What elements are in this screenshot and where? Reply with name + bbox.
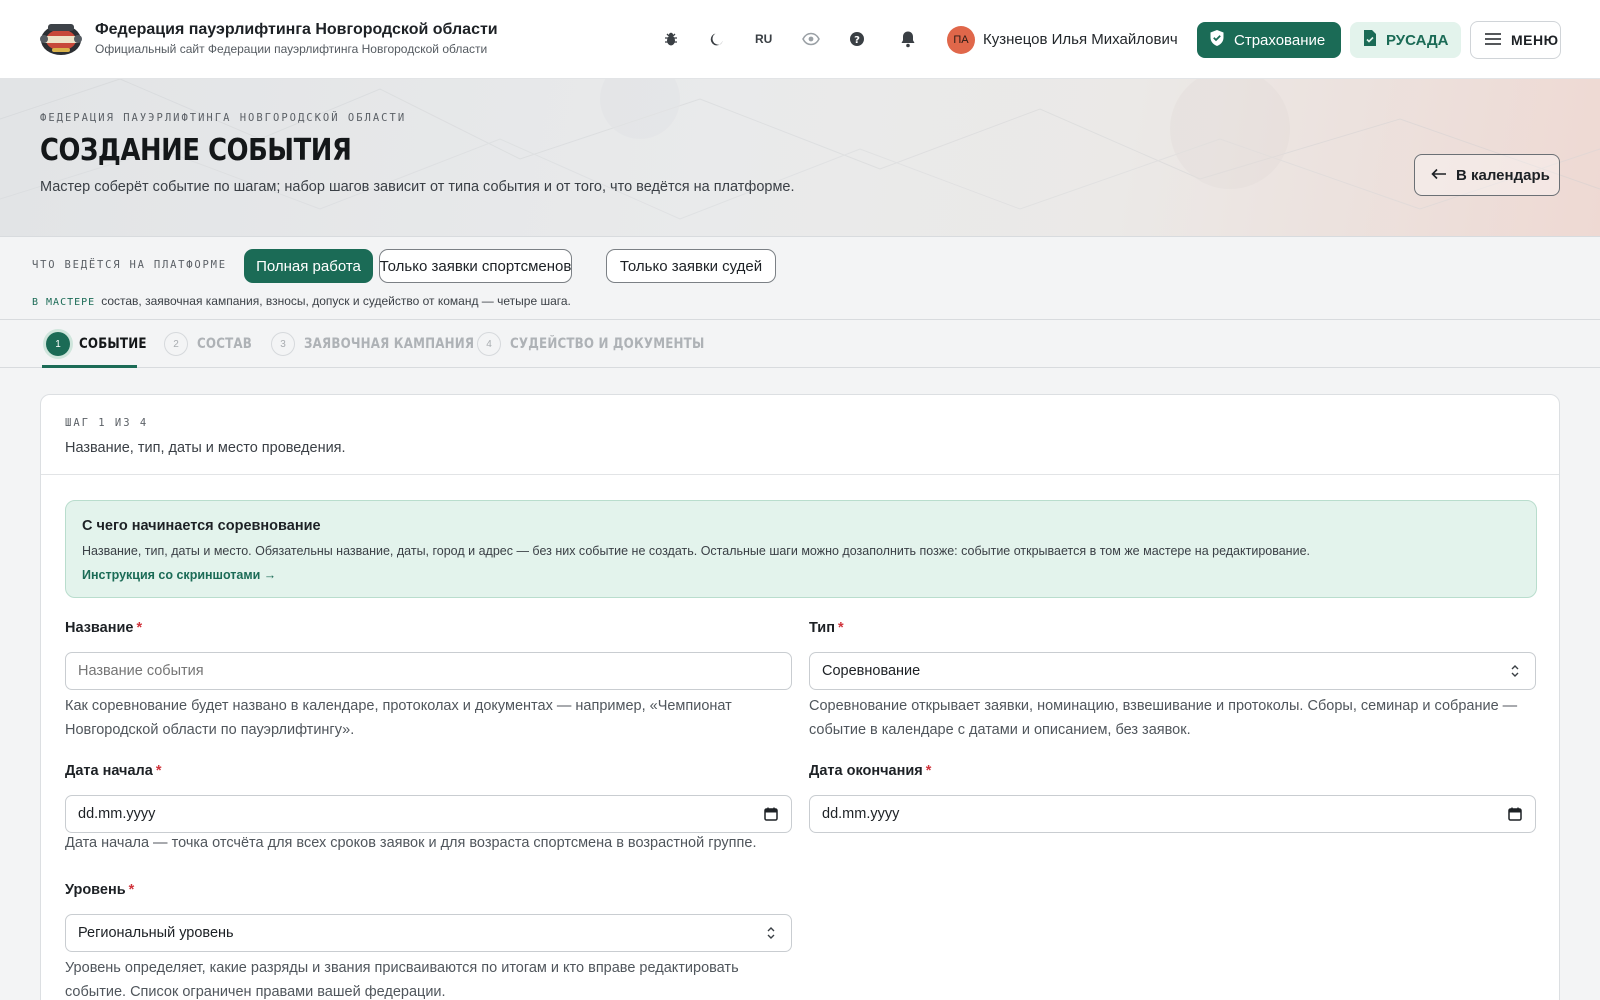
user-name[interactable]: Кузнецов Илья Михайлович (983, 31, 1178, 48)
end-date-input[interactable]: dd.mm.yyyy (809, 795, 1536, 833)
info-text: Название, тип, даты и место. Обязательны… (82, 544, 1310, 558)
brand-subtitle: Официальный сайт Федерации пауэрлифтинга… (95, 42, 488, 56)
help-icon[interactable]: ? (846, 28, 868, 50)
type-hint: Соревнование открывает заявки, номинацию… (809, 698, 1518, 738)
step-composition[interactable]: 2 СОСТАВ (164, 332, 262, 356)
bell-icon[interactable] (897, 28, 919, 50)
step-judging-documents[interactable]: 4 СУДЕЙСТВО И ДОКУМЕНТЫ (477, 332, 739, 356)
level-value: Региональный уровень (78, 925, 234, 941)
active-step-underline (42, 365, 137, 368)
required-mark: * (925, 763, 932, 779)
mode-note-key: В МАСТЕРЕ (32, 297, 96, 308)
menu-label: МЕНЮ (1511, 32, 1559, 48)
page-hero: ФЕДЕРАЦИЯ ПАУЭРЛИФТИНГА НОВГОРОДСКОЙ ОБЛ… (0, 79, 1600, 237)
step-number: 1 (46, 332, 70, 356)
federation-logo[interactable] (38, 18, 84, 60)
mode-option-full[interactable]: Полная работа (244, 249, 373, 283)
end-date-value: dd.mm.yyyy (822, 806, 900, 822)
rusada-button[interactable]: РУСАДА (1350, 22, 1461, 58)
select-chevron-icon (1507, 663, 1523, 679)
card-header: ШАГ 1 ИЗ 4 Название, тип, даты и место п… (41, 395, 1559, 475)
step-counter: ШАГ 1 ИЗ 4 (65, 417, 149, 429)
step-label: ЗАЯВОЧНАЯ КАМПАНИЯ (304, 336, 475, 352)
step-number: 2 (164, 332, 188, 356)
brand-title[interactable]: Федерация пауэрлифтинга Новгородской обл… (95, 21, 498, 39)
required-mark: * (136, 620, 143, 636)
name-hint: Как соревнование будет названо в календа… (65, 698, 732, 738)
insurance-label: Страхование (1234, 31, 1326, 49)
mode-note: В МАСТЕРЕ состав, заявочная кампания, взн… (32, 294, 571, 308)
shield-check-icon (1209, 29, 1225, 51)
level-select[interactable]: Региональный уровень (65, 914, 792, 952)
page-title: СОЗДАНИЕ СОБЫТИЯ (40, 133, 352, 168)
name-label: Название * (65, 620, 143, 636)
instructions-link[interactable]: Инструкция со скриншотами → (82, 568, 276, 582)
calendar-icon[interactable] (763, 806, 779, 822)
required-mark: * (837, 620, 844, 636)
step-event[interactable]: 1 СОБЫТИЕ (46, 332, 159, 356)
type-label: Тип * (809, 620, 844, 636)
end-date-label: Дата окончания * (809, 763, 932, 779)
step-number: 4 (477, 332, 501, 356)
mode-option-judges-only[interactable]: Только заявки судей (606, 249, 776, 283)
info-title: С чего начинается соревнование (82, 518, 321, 534)
step-label: СОСТАВ (197, 336, 253, 352)
wizard-steps: 1 СОБЫТИЕ 2 СОСТАВ 3 ЗАЯВОЧНАЯ КАМПАНИЯ … (0, 320, 1600, 368)
rusada-label: РУСАДА (1386, 31, 1449, 49)
start-date-value: dd.mm.yyyy (78, 806, 156, 822)
event-type-select[interactable]: Соревнование (809, 652, 1536, 690)
hamburger-icon (1485, 32, 1501, 48)
platform-mode-label: ЧТО ВЕДЁТСЯ НА ПЛАТФОРМЕ (32, 259, 227, 271)
level-label: Уровень * (65, 882, 135, 898)
platform-mode-bar: ЧТО ВЕДЁТСЯ НА ПЛАТФОРМЕ Полная работа Т… (0, 237, 1600, 320)
level-hint: Уровень определяет, какие разряды и зван… (65, 960, 739, 1000)
start-date-label: Дата начала * (65, 763, 162, 779)
document-icon (1363, 29, 1377, 51)
start-date-input[interactable]: dd.mm.yyyy (65, 795, 792, 833)
step-entry-campaign[interactable]: 3 ЗАЯВОЧНАЯ КАМПАНИЯ (271, 332, 504, 356)
required-mark: * (155, 763, 162, 779)
language-switch[interactable]: RU (755, 32, 772, 46)
moon-icon[interactable] (706, 28, 728, 50)
page-description: Мастер соберёт событие по шагам; набор ш… (40, 179, 795, 195)
bug-icon[interactable] (660, 28, 682, 50)
hero-eyebrow: ФЕДЕРАЦИЯ ПАУЭРЛИФТИНГА НОВГОРОДСКОЙ ОБЛ… (40, 112, 407, 124)
eye-icon[interactable] (800, 28, 822, 50)
calendar-icon[interactable] (1507, 806, 1523, 822)
select-chevron-icon (763, 925, 779, 941)
top-header: Федерация пауэрлифтинга Новгородской обл… (0, 0, 1600, 79)
step-label: СУДЕЙСТВО И ДОКУМЕНТЫ (510, 336, 705, 352)
step-label: СОБЫТИЕ (79, 336, 147, 352)
mode-option-athletes-only[interactable]: Только заявки спортсменов (379, 249, 572, 283)
mode-note-text: состав, заявочная кампания, взносы, допу… (101, 294, 571, 308)
svg-text:?: ? (854, 35, 860, 46)
insurance-button[interactable]: Страхование (1197, 22, 1341, 58)
arrow-left-icon (1431, 167, 1447, 184)
info-callout: С чего начинается соревнование Название,… (65, 500, 1537, 598)
card-subtitle: Название, тип, даты и место проведения. (65, 440, 346, 456)
menu-button[interactable]: МЕНЮ (1470, 21, 1561, 59)
user-avatar[interactable]: ПА (947, 26, 975, 54)
start-date-hint: Дата начала — точка отсчёта для всех сро… (65, 835, 757, 851)
step-number: 3 (271, 332, 295, 356)
event-name-input[interactable] (65, 652, 792, 690)
event-type-value: Соревнование (822, 663, 921, 679)
step-card: ШАГ 1 ИЗ 4 Название, тип, даты и место п… (40, 394, 1560, 1000)
back-to-calendar-button[interactable]: В календарь (1414, 154, 1560, 196)
required-mark: * (128, 882, 135, 898)
back-to-calendar-label: В календарь (1456, 166, 1550, 184)
